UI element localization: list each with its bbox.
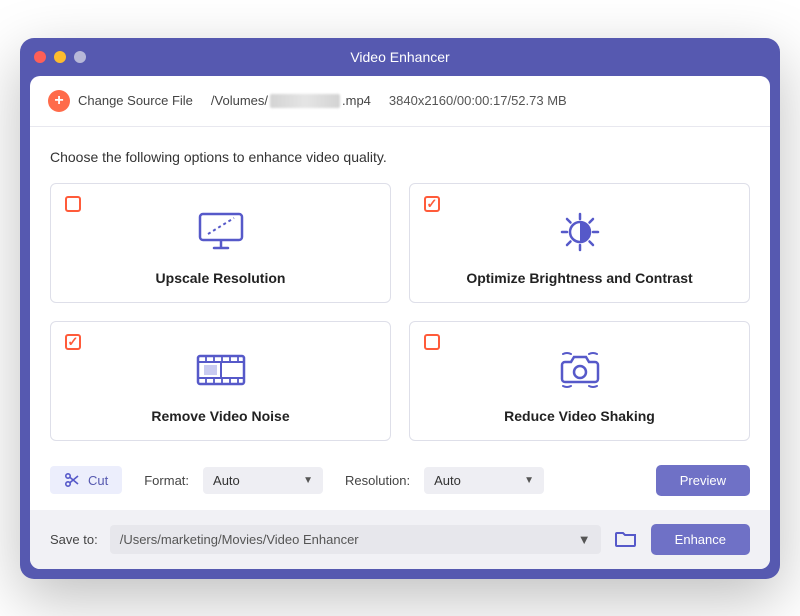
film-icon [192,346,250,394]
monitor-icon [194,208,248,256]
scissors-icon [64,472,80,488]
save-path-select[interactable]: /Users/marketing/Movies/Video Enhancer ▼ [110,525,601,554]
chevron-down-icon: ▼ [524,475,534,486]
chevron-down-icon: ▼ [303,475,313,486]
option-remove-noise[interactable]: Remove Video Noise [50,321,391,441]
instruction-text: Choose the following options to enhance … [50,149,750,165]
controls-row: Cut Format: Auto ▼ Resolution: Auto ▼ Pr… [50,465,750,496]
body-inner: Choose the following options to enhance … [30,127,770,510]
source-path: /Volumes/ .mp4 [211,93,371,108]
cut-button[interactable]: Cut [50,466,122,494]
resolution-value: Auto [434,473,461,488]
change-source-button[interactable]: + Change Source File [48,90,193,112]
format-label: Format: [144,473,189,488]
checkbox-noise[interactable] [65,334,81,350]
open-folder-button[interactable] [613,526,639,552]
options-grid: Upscale Resolution [50,183,750,441]
source-bar: + Change Source File /Volumes/ .mp4 3840… [30,76,770,127]
save-to-label: Save to: [50,532,98,547]
window-title: Video Enhancer [20,49,780,65]
chevron-down-icon: ▼ [578,532,591,547]
preview-button[interactable]: Preview [656,465,750,496]
option-brightness-contrast[interactable]: Optimize Brightness and Contrast [409,183,750,303]
sun-icon [553,208,607,256]
checkbox-shaking[interactable] [424,334,440,350]
checkbox-brightness[interactable] [424,196,440,212]
titlebar: Video Enhancer [20,38,780,76]
change-source-label: Change Source File [78,93,193,108]
option-label: Remove Video Noise [151,408,289,424]
camera-shake-icon [551,346,609,394]
footer-bar: Save to: /Users/marketing/Movies/Video E… [30,510,770,569]
cut-label: Cut [88,473,108,488]
save-path-value: /Users/marketing/Movies/Video Enhancer [120,532,359,547]
enhance-button[interactable]: Enhance [651,524,750,555]
format-select[interactable]: Auto ▼ [203,467,323,494]
resolution-select[interactable]: Auto ▼ [424,467,544,494]
content-area: + Change Source File /Volumes/ .mp4 3840… [30,76,770,569]
source-metadata: 3840x2160/00:00:17/52.73 MB [389,93,567,108]
plus-icon: + [48,90,70,112]
option-label: Optimize Brightness and Contrast [466,270,692,286]
option-label: Reduce Video Shaking [504,408,655,424]
checkbox-upscale[interactable] [65,196,81,212]
resolution-label: Resolution: [345,473,410,488]
app-window: Video Enhancer + Change Source File /Vol… [20,38,780,579]
option-reduce-shaking[interactable]: Reduce Video Shaking [409,321,750,441]
option-label: Upscale Resolution [156,270,286,286]
redacted-filename [270,94,340,108]
option-upscale-resolution[interactable]: Upscale Resolution [50,183,391,303]
format-value: Auto [213,473,240,488]
